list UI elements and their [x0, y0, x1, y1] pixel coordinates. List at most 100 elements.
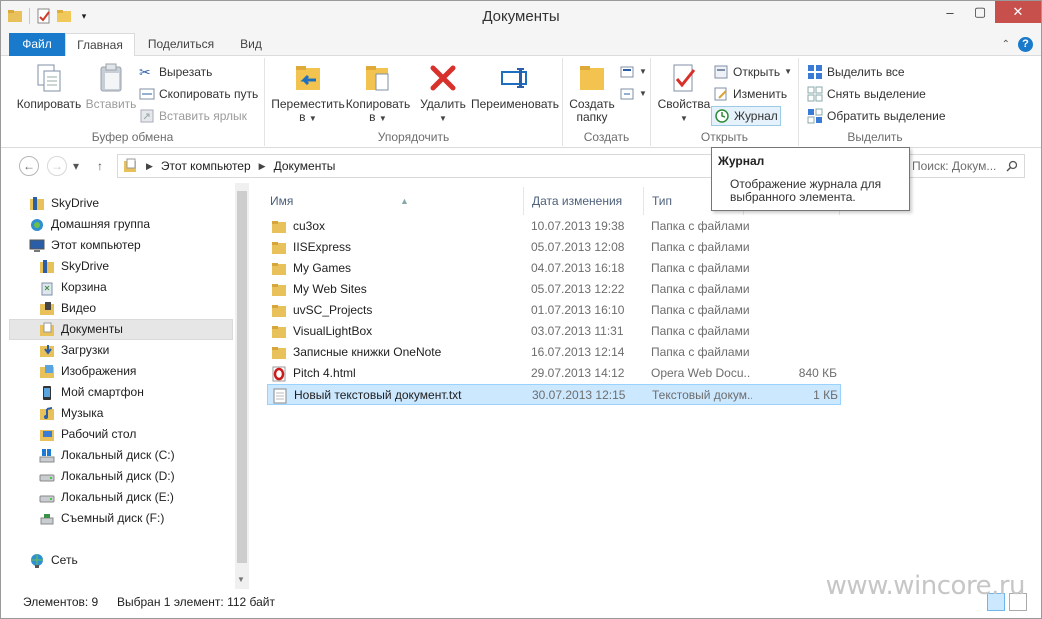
copy-to-label-1: Копировать — [345, 97, 411, 111]
delete-button[interactable]: Удалить ▼ — [417, 62, 469, 125]
nav-item-documents[interactable]: Документы — [9, 319, 233, 340]
column-date[interactable]: Дата изменения — [524, 187, 644, 215]
select-none-button[interactable]: Снять выделение — [807, 84, 926, 104]
nav-item-skydrive[interactable]: SkyDrive — [29, 193, 99, 214]
copy-to-button[interactable]: Копировать в ▼ — [345, 62, 411, 125]
open-button[interactable]: Открыть ▼ — [713, 62, 792, 82]
select-none-label: Снять выделение — [827, 87, 926, 101]
rename-button[interactable]: Переименовать — [469, 62, 561, 111]
edit-button[interactable]: Изменить — [713, 84, 787, 104]
properties-button[interactable]: Свойства ▼ — [655, 62, 713, 125]
close-button[interactable]: ✕ — [995, 1, 1041, 23]
new-folder-button[interactable]: Создать папку — [567, 62, 617, 124]
scroll-down-icon[interactable]: ▼ — [237, 575, 245, 584]
column-name[interactable]: Имя ▲ — [262, 187, 524, 215]
file-type: Opera Web Docu... — [651, 366, 751, 380]
search-icon[interactable] — [1006, 160, 1018, 172]
nav-item-label: Локальный диск (E:) — [61, 490, 174, 504]
help-icon[interactable]: ? — [1018, 37, 1033, 52]
minimize-button[interactable]: – — [935, 1, 965, 23]
table-row[interactable]: IISExpress 05.07.2013 12:08 Папка с файл… — [267, 237, 841, 258]
table-row[interactable]: cu3ox 10.07.2013 19:38 Папка с файлами — [267, 216, 841, 237]
table-row[interactable]: My Web Sites 05.07.2013 12:22 Папка с фа… — [267, 279, 841, 300]
folder-icon — [272, 241, 286, 254]
ribbon-collapse-icon[interactable]: ⌃ — [1002, 39, 1010, 50]
file-name-cell: Записные книжки OneNote — [271, 342, 521, 363]
copy-path-icon — [139, 88, 155, 100]
nav-item-label: Сеть — [51, 553, 78, 567]
explorer-window: ▾ Документы – ▢ ✕ Файл Главная Поделитьс… — [0, 0, 1042, 619]
copy-path-button[interactable]: Скопировать путь — [139, 84, 258, 104]
tab-share[interactable]: Поделиться — [139, 33, 223, 56]
file-name: uvSC_Projects — [293, 303, 373, 317]
new-item-button[interactable]: ▼ — [619, 62, 647, 82]
nav-scrollbar-thumb[interactable] — [237, 191, 247, 563]
nav-item-label: Локальный диск (D:) — [61, 469, 175, 483]
invert-selection-button[interactable]: Обратить выделение — [807, 106, 946, 126]
ribbon-controls: ⌃ ? — [1002, 37, 1033, 52]
watermark: www.wincore.ru — [825, 571, 1026, 601]
nav-item-drive-e[interactable]: Локальный диск (E:) — [39, 487, 174, 508]
desktop-icon — [40, 429, 54, 441]
nav-item-drive-c[interactable]: Локальный диск (C:) — [39, 445, 175, 466]
paste-label: Вставить — [85, 97, 137, 111]
nav-item-downloads[interactable]: Загрузки — [39, 340, 109, 361]
table-row[interactable]: Записные книжки OneNote 16.07.2013 12:14… — [267, 342, 841, 363]
ribbon: Копировать Вставить ✂ Вырезать Скопирова… — [1, 56, 1041, 148]
tab-file[interactable]: Файл — [9, 33, 65, 56]
file-type: Папка с файлами — [651, 324, 750, 338]
breadcrumb-separator[interactable]: ▶ — [259, 161, 266, 172]
move-to-button[interactable]: Переместить в ▼ — [271, 62, 345, 125]
cut-button[interactable]: ✂ Вырезать — [139, 62, 212, 82]
select-all-button[interactable]: Выделить все — [807, 62, 905, 82]
breadcrumb-separator[interactable]: ▶ — [146, 161, 153, 172]
history-button[interactable]: Журнал — [711, 106, 781, 126]
copy-button[interactable]: Копировать — [15, 62, 83, 111]
nav-item-my-phone[interactable]: Мой смартфон — [39, 382, 144, 403]
file-list: Имя ▲ Дата изменения Тип cu3ox 10.07.201… — [250, 183, 1041, 589]
nav-item-videos[interactable]: Видео — [39, 298, 96, 319]
history-dropdown-icon[interactable]: ▾ — [73, 159, 79, 173]
file-name: IISExpress — [293, 240, 352, 254]
table-row[interactable]: VisualLightBox 03.07.2013 11:31 Папка с … — [267, 321, 841, 342]
easy-access-button[interactable]: ▼ — [619, 84, 647, 104]
breadcrumb-documents[interactable]: Документы — [274, 159, 336, 173]
up-button[interactable]: ↑ — [97, 159, 103, 173]
system-drive-icon — [39, 448, 55, 462]
search-input[interactable]: Поиск: Докум... — [907, 154, 1025, 178]
table-row-selected[interactable]: Новый текстовый документ.txt 30.07.2013 … — [267, 384, 841, 405]
tab-home[interactable]: Главная — [65, 33, 135, 57]
nav-item-network[interactable]: Сеть — [29, 550, 78, 571]
chevron-down-icon: ▼ — [639, 67, 647, 76]
nav-item-music[interactable]: Музыка — [39, 403, 103, 424]
search-placeholder: Поиск: Докум... — [912, 159, 997, 173]
maximize-button[interactable]: ▢ — [965, 1, 995, 23]
back-button[interactable]: ← — [19, 156, 39, 176]
nav-item-drive-f[interactable]: Съемный диск (F:) — [39, 508, 164, 529]
paste-button[interactable]: Вставить — [83, 62, 139, 111]
group-open: Свойства ▼ Открыть ▼ Изменить Журнал Отк… — [651, 58, 799, 146]
nav-item-drive-d[interactable]: Локальный диск (D:) — [39, 466, 175, 487]
nav-item-skydrive-2[interactable]: SkyDrive — [39, 256, 109, 277]
nav-item-recycle-bin[interactable]: Корзина — [39, 277, 107, 298]
nav-item-label: Изображения — [61, 364, 137, 378]
paste-shortcut-button[interactable]: Вставить ярлык — [139, 106, 247, 126]
network-icon — [31, 553, 43, 568]
forward-button[interactable]: → — [47, 156, 67, 176]
nav-item-this-pc[interactable]: Этот компьютер — [29, 235, 141, 256]
tab-view[interactable]: Вид — [227, 33, 275, 56]
table-row[interactable]: uvSC_Projects 01.07.2013 16:10 Папка с ф… — [267, 300, 841, 321]
breadcrumb-this-pc[interactable]: Этот компьютер — [161, 159, 251, 173]
table-row[interactable]: Pitch 4.html 29.07.2013 14:12 Opera Web … — [267, 363, 841, 384]
file-name-cell: My Web Sites — [271, 279, 521, 300]
paste-icon — [100, 63, 122, 92]
nav-item-homegroup[interactable]: Домашняя группа — [29, 214, 150, 235]
nav-item-label: Корзина — [61, 280, 107, 294]
nav-scrollbar[interactable]: ▼ — [235, 183, 249, 589]
select-none-icon — [807, 86, 823, 102]
table-row[interactable]: My Games 04.07.2013 16:18 Папка с файлам… — [267, 258, 841, 279]
file-type: Текстовый докум... — [652, 388, 752, 402]
nav-item-pictures[interactable]: Изображения — [39, 361, 136, 382]
nav-item-desktop[interactable]: Рабочий стол — [39, 424, 136, 445]
group-clipboard: Копировать Вставить ✂ Вырезать Скопирова… — [1, 58, 265, 146]
